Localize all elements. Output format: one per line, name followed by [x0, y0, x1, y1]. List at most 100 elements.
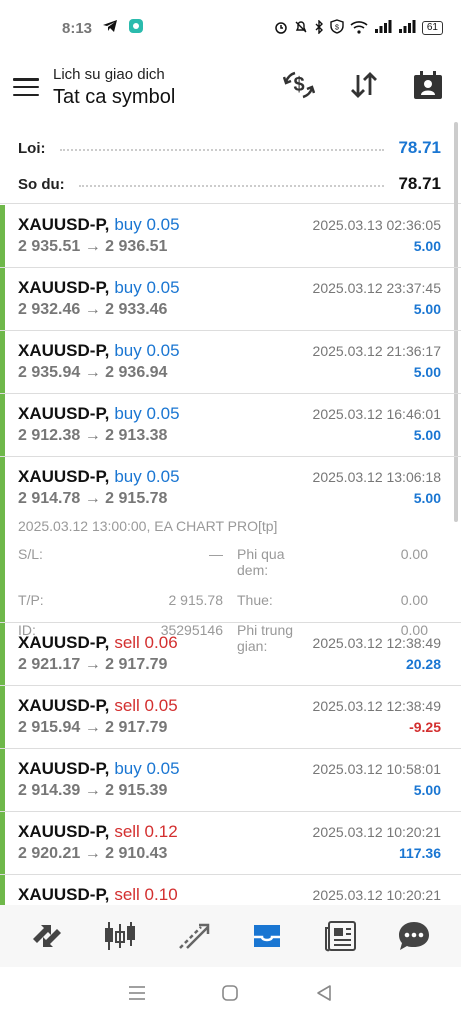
deal-time: 2025.03.12 13:06:18 — [312, 469, 441, 485]
mute-icon — [294, 20, 308, 37]
deal-row[interactable]: XAUUSD-P, sell 0.10 2025.03.12 10:20:21 — [0, 875, 461, 905]
deal-row[interactable]: XAUUSD-P, buy 0.05 2025.03.12 16:46:01 2 9… — [0, 394, 461, 457]
deal-row-expanded[interactable]: XAUUSD-P, buy 0.05 2025.03.12 13:06:18 2 9… — [0, 457, 461, 654]
bottom-nav — [0, 905, 461, 967]
deal-row[interactable]: XAUUSD-P, sell 0.05 2025.03.12 12:38:49 2 … — [0, 686, 461, 749]
deal-symbol: XAUUSD-P, — [18, 696, 110, 715]
deal-profit: 5.00 — [413, 301, 441, 317]
deal-time: 2025.03.12 21:36:17 — [312, 343, 441, 359]
sl-value: — — [209, 546, 223, 562]
profit-label: Loi: — [18, 139, 46, 157]
deal-profit: 5.00 — [413, 490, 441, 506]
news-icon[interactable] — [321, 916, 361, 956]
profit-row: Loi: 78.71 — [18, 130, 441, 166]
quotes-icon[interactable] — [27, 916, 67, 956]
deal-prices: 2 920.21 → 2 910.43 — [18, 845, 168, 862]
deal-type: sell 0.05 — [114, 696, 178, 715]
deal-profit: 20.28 — [405, 656, 441, 672]
back-icon[interactable] — [315, 984, 333, 1007]
deal-symbol: XAUUSD-P, — [18, 278, 110, 297]
bluetooth-icon — [314, 18, 324, 37]
page-subtitle: Lich su giao dich — [53, 65, 165, 83]
menu-icon[interactable] — [13, 78, 39, 96]
balance-summary: Loi: 78.71 So du: 78.71 — [0, 118, 461, 204]
deals-list: XAUUSD-P, buy 0.05 2025.03.13 02:36:05 2 9… — [0, 205, 461, 905]
deal-type: sell 0.12 — [114, 822, 178, 841]
deal-time: 2025.03.12 16:46:01 — [312, 406, 441, 422]
balance-label: So du: — [18, 175, 65, 193]
chart-icon[interactable] — [100, 916, 140, 956]
deal-time: 2025.03.12 10:20:21 — [312, 887, 441, 903]
wifi-icon — [350, 20, 368, 37]
shield-icon: $ — [330, 19, 344, 37]
home-icon[interactable] — [221, 984, 239, 1007]
deal-symbol: XAUUSD-P, — [18, 341, 110, 360]
deal-row[interactable]: XAUUSD-P, sell 0.12 2025.03.12 10:20:21 2 … — [0, 812, 461, 875]
deal-type: buy 0.05 — [114, 759, 180, 778]
sort-icon[interactable] — [349, 71, 379, 104]
tax-label: Thue: — [237, 592, 273, 608]
deal-symbol: XAUUSD-P, — [18, 822, 110, 841]
deal-profit: 5.00 — [413, 427, 441, 443]
deal-row[interactable]: XAUUSD-P, buy 0.05 2025.03.12 21:36:17 2 9… — [0, 331, 461, 394]
deal-time: 2025.03.13 02:36:05 — [312, 217, 441, 233]
svg-text:$: $ — [335, 25, 339, 32]
deal-row[interactable]: XAUUSD-P, buy 0.05 2025.03.13 02:36:05 2 9… — [0, 205, 461, 268]
trade-icon[interactable] — [174, 916, 214, 956]
deal-symbol: XAUUSD-P, — [18, 404, 110, 423]
deal-prices: 2 912.38 → 2 913.38 — [18, 427, 168, 444]
deal-prices: 2 935.94 → 2 936.94 — [18, 364, 168, 381]
battery-icon: 61 — [421, 21, 443, 35]
deal-time: 2025.03.12 12:38:49 — [312, 698, 441, 714]
telegram-icon — [102, 19, 118, 37]
deal-type: sell 0.10 — [114, 885, 178, 904]
deal-type: buy 0.05 — [114, 467, 180, 486]
header-titles: Lich su giao dich Tat ca symbol — [53, 66, 175, 109]
swap-label: Phi qua dem: — [237, 546, 285, 578]
chat-icon[interactable] — [394, 916, 434, 956]
balance-value: 78.71 — [398, 174, 441, 193]
history-icon[interactable] — [247, 916, 287, 956]
deal-type: buy 0.05 — [114, 278, 180, 297]
deal-symbol: XAUUSD-P, — [18, 215, 110, 234]
swap-value: 0.00 — [400, 546, 428, 562]
deal-prices: 2 914.78 → 2 915.78 — [18, 490, 168, 507]
deal-prices: 2 915.94 → 2 917.79 — [18, 719, 168, 736]
page-title[interactable]: Tat ca symbol — [53, 86, 175, 109]
tax-value: 0.00 — [400, 592, 428, 608]
deal-time: 2025.03.12 23:37:45 — [312, 280, 441, 296]
calendar-person-icon[interactable] — [413, 70, 443, 105]
app-bar: Lich su giao dich Tat ca symbol $ — [0, 56, 461, 118]
deal-symbol: XAUUSD-P, — [18, 633, 110, 652]
deal-row[interactable]: XAUUSD-P, buy 0.05 2025.03.12 10:58:01 2 9… — [0, 749, 461, 812]
deal-comment: 2025.03.12 13:00:00, EA CHART PRO[tp] — [18, 518, 278, 534]
signal-icon — [374, 19, 392, 37]
sl-label: S/L: — [18, 546, 43, 562]
deal-type: buy 0.05 — [114, 215, 180, 234]
deal-prices: 2 932.46 → 2 933.46 — [18, 301, 168, 318]
profit-value: 78.71 — [398, 138, 441, 157]
deal-profit: 5.00 — [413, 238, 441, 254]
deal-symbol: XAUUSD-P, — [18, 885, 110, 904]
status-time: 8:13 — [62, 19, 93, 37]
deal-prices: 2 921.17 → 2 917.79 — [18, 656, 168, 673]
recent-apps-icon[interactable] — [128, 984, 146, 1007]
deal-row[interactable]: XAUUSD-P, buy 0.05 2025.03.12 23:37:45 2 9… — [0, 268, 461, 331]
deal-type: sell 0.06 — [114, 633, 178, 652]
deal-type: buy 0.05 — [114, 341, 180, 360]
deal-prices: 2 914.39 → 2 915.39 — [18, 782, 168, 799]
tp-label: T/P: — [18, 592, 44, 608]
deal-profit: 5.00 — [413, 364, 441, 380]
deal-prices: 2 935.51 → 2 936.51 — [18, 238, 168, 255]
deal-symbol: XAUUSD-P, — [18, 467, 110, 486]
deal-profit: -9.25 — [409, 719, 441, 735]
status-bar: 8:13 $ 61 — [0, 0, 461, 56]
balance-row: So du: 78.71 — [18, 166, 441, 202]
svg-text:$: $ — [293, 74, 304, 96]
app-notification-icon — [128, 18, 144, 38]
currency-exchange-icon[interactable]: $ — [282, 70, 316, 105]
deal-row[interactable]: XAUUSD-P, sell 0.06 2025.03.12 12:38:49 2 … — [0, 623, 461, 686]
deal-profit: 5.00 — [413, 782, 441, 798]
deal-profit: 117.36 — [398, 845, 441, 861]
deal-symbol: XAUUSD-P, — [18, 759, 110, 778]
